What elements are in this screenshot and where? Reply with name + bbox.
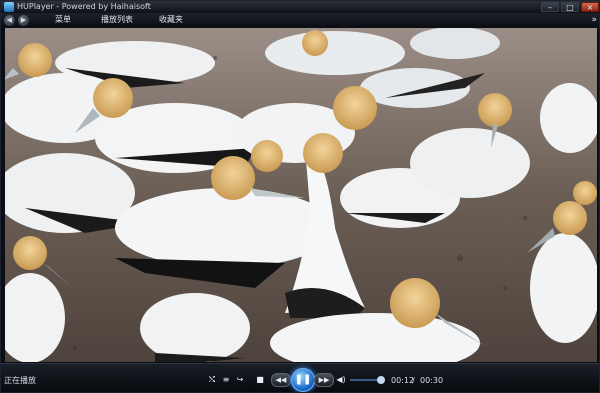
back-icon[interactable]: ◀	[4, 14, 15, 26]
fast-forward-button[interactable]: ▶▶	[314, 373, 334, 387]
player-window: HUPlayer - Powered by Haihaisoft – □ × ◀…	[0, 0, 600, 393]
window-buttons: – □ ×	[541, 1, 599, 13]
window-title: HUPlayer - Powered by Haihaisoft	[17, 2, 151, 11]
status-text: 正在播放	[4, 376, 36, 385]
forward-icon[interactable]: ▶	[18, 14, 29, 26]
repeat-icon[interactable]: ↪	[235, 375, 245, 385]
total-time: 00:30	[420, 376, 444, 385]
shuffle-icon[interactable]: ⤭	[207, 375, 217, 385]
volume-thumb[interactable]	[377, 376, 385, 384]
maximize-button[interactable]: □	[561, 2, 579, 12]
rewind-button[interactable]: ◀◀	[271, 373, 291, 387]
video-frame[interactable]	[5, 28, 597, 362]
play-pause-button[interactable]: ❚❚	[291, 368, 315, 392]
video-image	[5, 28, 597, 362]
time-separator: /	[412, 376, 415, 385]
menu-item-favorites[interactable]: 收藏夹	[159, 13, 183, 27]
minimize-button[interactable]: –	[541, 2, 559, 12]
close-button[interactable]: ×	[581, 2, 599, 12]
control-bar: 正在播放 ⤭ ≡ ↪ ■ ◀◀ ❚❚ ▶▶ ◀) 00:12 / 00:30	[1, 363, 599, 392]
volume-icon[interactable]: ◀)	[336, 375, 346, 385]
expand-chevron-icon[interactable]: »	[591, 13, 597, 27]
app-logo-icon	[4, 2, 14, 12]
current-time: 00:12	[391, 376, 415, 385]
playlist-icon[interactable]: ≡	[221, 375, 231, 385]
stop-icon[interactable]: ■	[255, 375, 265, 385]
menu-bar: ◀ ▶ 菜单 播放列表 收藏夹 »	[1, 13, 599, 27]
menu-item-menu[interactable]: 菜单	[55, 13, 71, 27]
menu-item-playlist[interactable]: 播放列表	[101, 13, 133, 27]
title-bar[interactable]: HUPlayer - Powered by Haihaisoft – □ ×	[1, 1, 599, 13]
